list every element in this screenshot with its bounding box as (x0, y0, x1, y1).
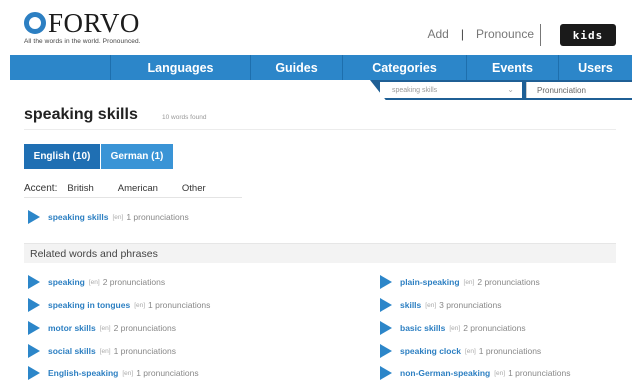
pronounce-link[interactable]: Pronounce (476, 27, 534, 41)
nav-item-events[interactable]: Events (466, 55, 558, 80)
language-code: [en] (464, 347, 476, 355)
play-icon[interactable] (380, 366, 392, 380)
pronunciation-count: 1 pronunciations (478, 346, 542, 356)
word-link[interactable]: English-speaking (48, 368, 118, 378)
search-bar: speaking skills ⌄ Pronunciation (370, 80, 632, 100)
link-separator: | (460, 27, 464, 41)
kids-button[interactable]: kids (560, 24, 616, 46)
word-link[interactable]: social skills (48, 346, 96, 356)
accent-option-british[interactable]: British (67, 183, 93, 194)
related-heading: Related words and phrases (24, 243, 616, 263)
language-code: [en] (134, 301, 146, 309)
pronunciation-count: 1 pronunciations (126, 212, 189, 222)
play-icon[interactable] (28, 344, 40, 358)
list-item: non-German-speaking [en] 1 pronunciation… (380, 366, 570, 380)
word-link[interactable]: plain-speaking (400, 277, 460, 287)
list-item: speaking skills [en] 1 pronunciations (28, 210, 189, 224)
nav-item-guides[interactable]: Guides (250, 55, 342, 80)
language-tabs: English (10) German (1) (24, 144, 173, 169)
word-link[interactable]: speaking skills (48, 212, 108, 222)
language-code: [en] (449, 324, 461, 332)
chevron-down-icon[interactable]: ⌄ (507, 85, 514, 94)
pronunciation-count: 1 pronunciations (113, 346, 176, 356)
pronunciation-count: 2 pronunciations (102, 277, 166, 287)
play-icon[interactable] (380, 321, 392, 335)
list-item: speaking clock [en] 1 pronunciations (380, 344, 541, 358)
search-input-value: speaking skills (392, 86, 438, 94)
word-link[interactable]: non-German-speaking (400, 368, 490, 378)
play-icon[interactable] (28, 210, 40, 224)
pronunciation-count: 3 pronunciations (439, 300, 502, 310)
pronunciation-count: 2 pronunciations (463, 323, 526, 333)
word-link[interactable]: motor skills (48, 323, 96, 333)
pronunciation-count: 2 pronunciations (477, 277, 540, 287)
language-code: [en] (494, 369, 506, 377)
accent-option-other[interactable]: Other (182, 183, 206, 194)
accent-divider (24, 197, 242, 198)
play-icon[interactable] (28, 321, 40, 335)
tab-german[interactable]: German (1) (101, 144, 173, 169)
search-input[interactable]: speaking skills ⌄ (380, 82, 522, 98)
add-link[interactable]: Add (427, 27, 448, 41)
accent-filter: Accent: British American Other (24, 183, 230, 194)
language-code: [en] (425, 301, 437, 309)
list-item: plain-speaking [en] 2 pronunciations (380, 275, 540, 289)
nav-item-languages[interactable]: Languages (110, 55, 250, 80)
logo-text: FORVO (48, 8, 140, 38)
play-icon[interactable] (380, 298, 392, 312)
pronunciation-count: 1 pronunciations (136, 368, 199, 378)
play-icon[interactable] (28, 275, 40, 289)
pronunciation-count: 1 pronunciations (148, 300, 211, 310)
word-link[interactable]: speaking clock (400, 346, 461, 356)
word-link[interactable]: basic skills (400, 323, 445, 333)
accent-option-american[interactable]: American (118, 183, 158, 194)
language-code: [en] (99, 347, 111, 355)
list-item: skills [en] 3 pronunciations (380, 298, 502, 312)
language-code: [en] (122, 369, 134, 377)
play-icon[interactable] (380, 344, 392, 358)
language-code: [en] (112, 213, 124, 221)
tab-english[interactable]: English (10) (24, 144, 100, 169)
list-item: English-speaking [en] 1 pronunciations (28, 366, 199, 380)
word-link[interactable]: skills (400, 300, 421, 310)
logo-circle-icon (24, 12, 46, 34)
list-item: motor skills [en] 2 pronunciations (28, 321, 176, 335)
language-code: [en] (99, 324, 111, 332)
top-links: Add | Pronounce (427, 27, 534, 41)
page-title: speaking skills (24, 106, 138, 123)
pronunciation-count: 2 pronunciations (113, 323, 176, 333)
play-icon[interactable] (28, 366, 40, 380)
play-icon[interactable] (380, 275, 392, 289)
nav-item-users[interactable]: Users (558, 55, 632, 80)
list-item: speaking [en] 2 pronunciations (28, 275, 165, 289)
site-header: FORVO All the words in the world. Pronou… (0, 0, 632, 54)
play-icon[interactable] (28, 298, 40, 312)
list-item: social skills [en] 1 pronunciations (28, 344, 176, 358)
list-item: speaking in tongues [en] 1 pronunciation… (28, 298, 210, 312)
language-code: [en] (88, 278, 100, 286)
pronunciation-count: 1 pronunciations (508, 368, 571, 378)
word-link[interactable]: speaking (48, 277, 85, 287)
word-link[interactable]: speaking in tongues (48, 300, 130, 310)
language-code: [en] (463, 278, 475, 286)
title-divider (24, 129, 616, 130)
kids-divider (540, 24, 541, 46)
nav-item-categories[interactable]: Categories (342, 55, 466, 80)
accent-label: Accent: (24, 183, 58, 194)
main-nav: Languages Guides Categories Events Users (10, 55, 632, 80)
list-item: basic skills [en] 2 pronunciations (380, 321, 526, 335)
forvo-logo[interactable]: FORVO (24, 8, 140, 38)
word-count: 10 words found (162, 114, 207, 121)
tagline: All the words in the world. Pronounced. (24, 38, 141, 45)
pronunciation-select[interactable]: Pronunciation (526, 82, 632, 98)
